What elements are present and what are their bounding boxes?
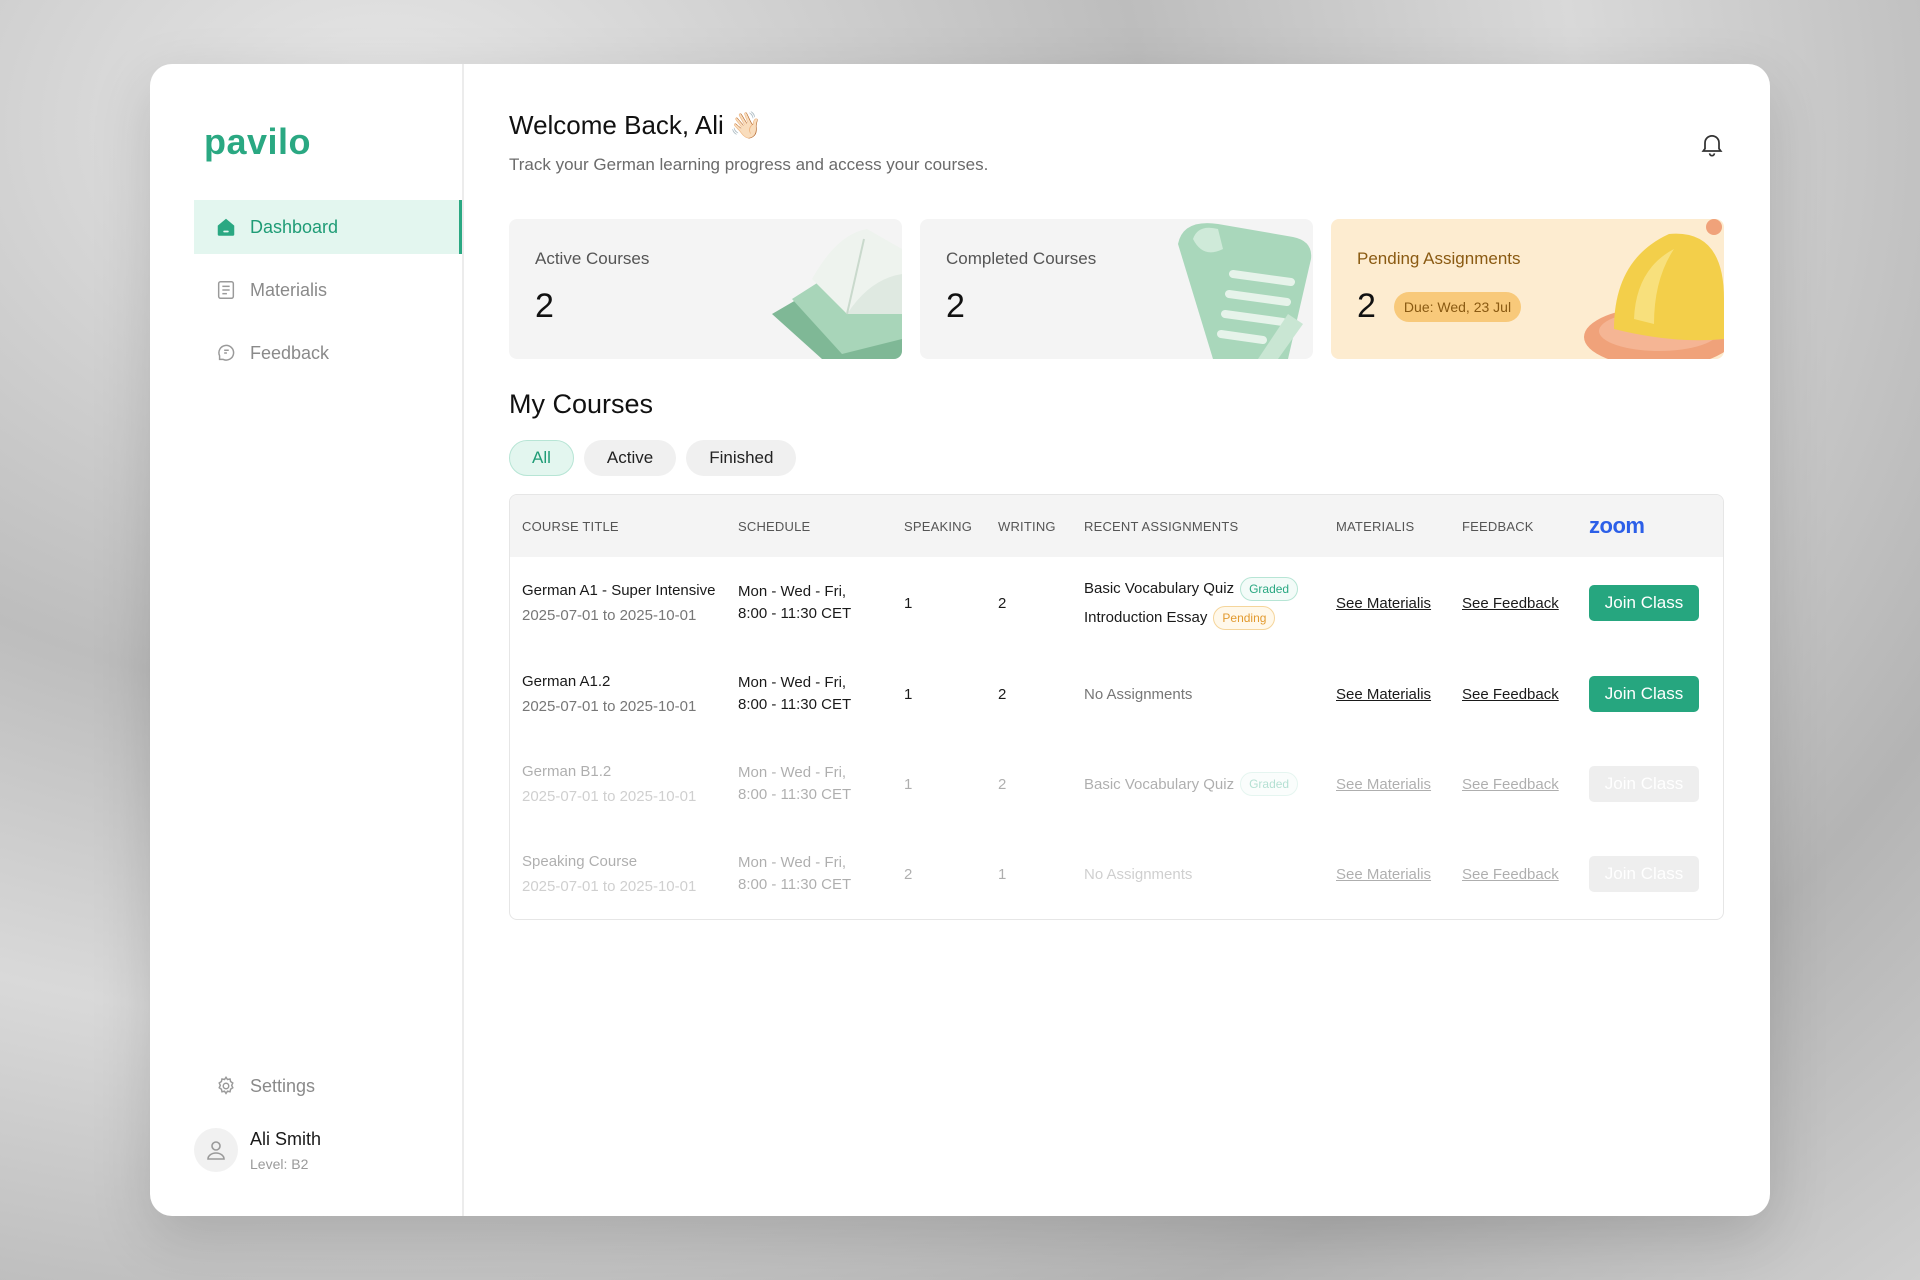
table-header: COURSE TITLE SCHEDULE SPEAKING WRITING R… (510, 495, 1723, 557)
course-schedule: Mon - Wed - Fri, 8:00 - 11:30 CET (738, 583, 852, 622)
stat-card-pending: Pending Assignments 2 Due: Wed, 23 Jul (1331, 219, 1724, 359)
scroll-illustration (1178, 223, 1312, 359)
app-window: pavilo Dashboard Materialis Feedback Set… (150, 64, 1770, 1216)
wave-emoji: 👋🏻 (729, 110, 763, 140)
sidebar-item-materialis[interactable]: Materialis (194, 263, 462, 317)
writing-count: 2 (998, 594, 1007, 612)
courses-table: COURSE TITLE SCHEDULE SPEAKING WRITING R… (509, 494, 1724, 920)
see-feedback-link[interactable]: See Feedback (1462, 686, 1559, 703)
recent-assignments: No Assignments (1084, 865, 1193, 883)
course-title: German B1.2 (522, 763, 612, 780)
sidebar-item-dashboard[interactable]: Dashboard (194, 200, 462, 254)
stats-row: Active Courses 2 Completed Courses 2 Pen… (509, 219, 1725, 359)
recent-assignments: No Assignments (1084, 685, 1193, 703)
writing-count: 2 (998, 685, 1007, 703)
sidebar-item-feedback[interactable]: Feedback (194, 326, 462, 380)
course-schedule: Mon - Wed - Fri, 8:00 - 11:30 CET (738, 674, 852, 713)
writing-count: 2 (998, 775, 1007, 793)
course-dates: 2025-07-01 to 2025-10-01 (522, 698, 697, 715)
main-content: Welcome Back, Ali 👋🏻 Track your German l… (464, 64, 1770, 1216)
user-level: Level: B2 (250, 1155, 309, 1172)
document-icon (214, 278, 238, 302)
brand-logo[interactable]: pavilo (150, 114, 462, 170)
assignment-name[interactable]: Introduction Essay (1084, 609, 1207, 626)
course-schedule: Mon - Wed - Fri, 8:00 - 11:30 CET (738, 854, 852, 893)
gear-icon (214, 1074, 238, 1098)
filter-active[interactable]: Active (583, 440, 677, 476)
sidebar-nav: Dashboard Materialis Feedback (150, 200, 462, 380)
brand-name: pavilo (204, 121, 312, 162)
due-badge: Due: Wed, 23 Jul (1393, 291, 1522, 322)
see-materialis-link[interactable]: See Materialis (1336, 776, 1431, 793)
table-row: German A1 - Super Intensive 2025-07-01 t… (510, 557, 1723, 649)
sidebar: pavilo Dashboard Materialis Feedback Set… (150, 64, 464, 1216)
bell-icon[interactable] (1698, 130, 1726, 158)
course-dates: 2025-07-01 to 2025-10-01 (522, 788, 697, 805)
join-class-button[interactable]: Join Class (1589, 766, 1699, 802)
column-header: SCHEDULE (738, 518, 811, 534)
course-title: German A1 - Super Intensive (522, 582, 716, 599)
status-badge: Graded (1240, 772, 1299, 796)
course-dates: 2025-07-01 to 2025-10-01 (522, 878, 697, 895)
book-illustration (772, 229, 902, 359)
stat-card-active: Active Courses 2 (509, 219, 902, 359)
writing-count: 1 (998, 865, 1007, 883)
speaking-count: 1 (904, 685, 913, 703)
join-class-button[interactable]: Join Class (1589, 676, 1699, 712)
see-materialis-link[interactable]: See Materialis (1336, 686, 1431, 703)
see-materialis-link[interactable]: See Materialis (1336, 595, 1431, 612)
stat-card-completed: Completed Courses 2 (920, 219, 1313, 359)
see-feedback-link[interactable]: See Feedback (1462, 595, 1559, 612)
zoom-logo: zoom (1589, 513, 1645, 538)
avatar (194, 1128, 238, 1172)
speaking-count: 1 (904, 775, 913, 793)
column-header: WRITING (998, 518, 1056, 534)
sidebar-item-settings[interactable]: Settings (194, 1066, 462, 1106)
status-badge: Graded (1240, 576, 1299, 601)
sidebar-item-label: Materialis (250, 279, 328, 300)
column-header: MATERIALIS (1336, 518, 1415, 534)
settings-label: Settings (250, 1075, 316, 1096)
page-title: Welcome Back, Ali 👋🏻 (509, 110, 1725, 141)
join-class-button[interactable]: Join Class (1589, 585, 1699, 621)
column-header: COURSE TITLE (522, 518, 619, 534)
assignment-name[interactable]: Basic Vocabulary Quiz (1084, 776, 1234, 793)
welcome-text: Welcome Back, Ali (509, 110, 724, 140)
user-name: Ali Smith (250, 1128, 322, 1149)
course-filters: All Active Finished (509, 440, 1725, 476)
sidebar-item-label: Dashboard (250, 216, 339, 237)
feedback-icon (214, 341, 238, 365)
page-subtitle: Track your German learning progress and … (509, 155, 989, 174)
filter-finished[interactable]: Finished (686, 440, 797, 476)
table-row: Speaking Course 2025-07-01 to 2025-10-01… (510, 829, 1723, 919)
recent-assignments: Basic Vocabulary Quiz Graded (1084, 767, 1336, 801)
speaking-count: 2 (904, 865, 913, 883)
column-header: RECENT ASSIGNMENTS (1084, 518, 1239, 534)
sidebar-item-label: Feedback (250, 342, 330, 363)
bell-illustration (1584, 219, 1724, 359)
course-title: Speaking Course (522, 853, 638, 870)
see-feedback-link[interactable]: See Feedback (1462, 776, 1559, 793)
home-icon (214, 215, 238, 239)
recent-assignments: Basic Vocabulary Quiz Graded Introductio… (1084, 572, 1336, 635)
course-title: German A1.2 (522, 673, 611, 690)
courses-title: My Courses (509, 389, 654, 419)
speaking-count: 1 (904, 594, 913, 612)
sidebar-bottom: Settings Ali Smith Level: B2 (194, 1066, 462, 1172)
course-schedule: Mon - Wed - Fri, 8:00 - 11:30 CET (738, 764, 852, 803)
column-header: FEEDBACK (1462, 518, 1534, 534)
user-icon (207, 1141, 225, 1160)
join-class-button[interactable]: Join Class (1589, 856, 1699, 892)
assignment-name[interactable]: Basic Vocabulary Quiz (1084, 580, 1234, 597)
status-badge: Pending (1213, 605, 1276, 630)
user-profile[interactable]: Ali Smith Level: B2 (194, 1128, 462, 1172)
see-materialis-link[interactable]: See Materialis (1336, 866, 1431, 883)
filter-all[interactable]: All (509, 440, 574, 476)
column-header: SPEAKING (904, 518, 973, 534)
table-row: German B1.2 2025-07-01 to 2025-10-01 Mon… (510, 739, 1723, 829)
course-dates: 2025-07-01 to 2025-10-01 (522, 607, 697, 624)
table-row: German A1.2 2025-07-01 to 2025-10-01 Mon… (510, 649, 1723, 739)
see-feedback-link[interactable]: See Feedback (1462, 866, 1559, 883)
